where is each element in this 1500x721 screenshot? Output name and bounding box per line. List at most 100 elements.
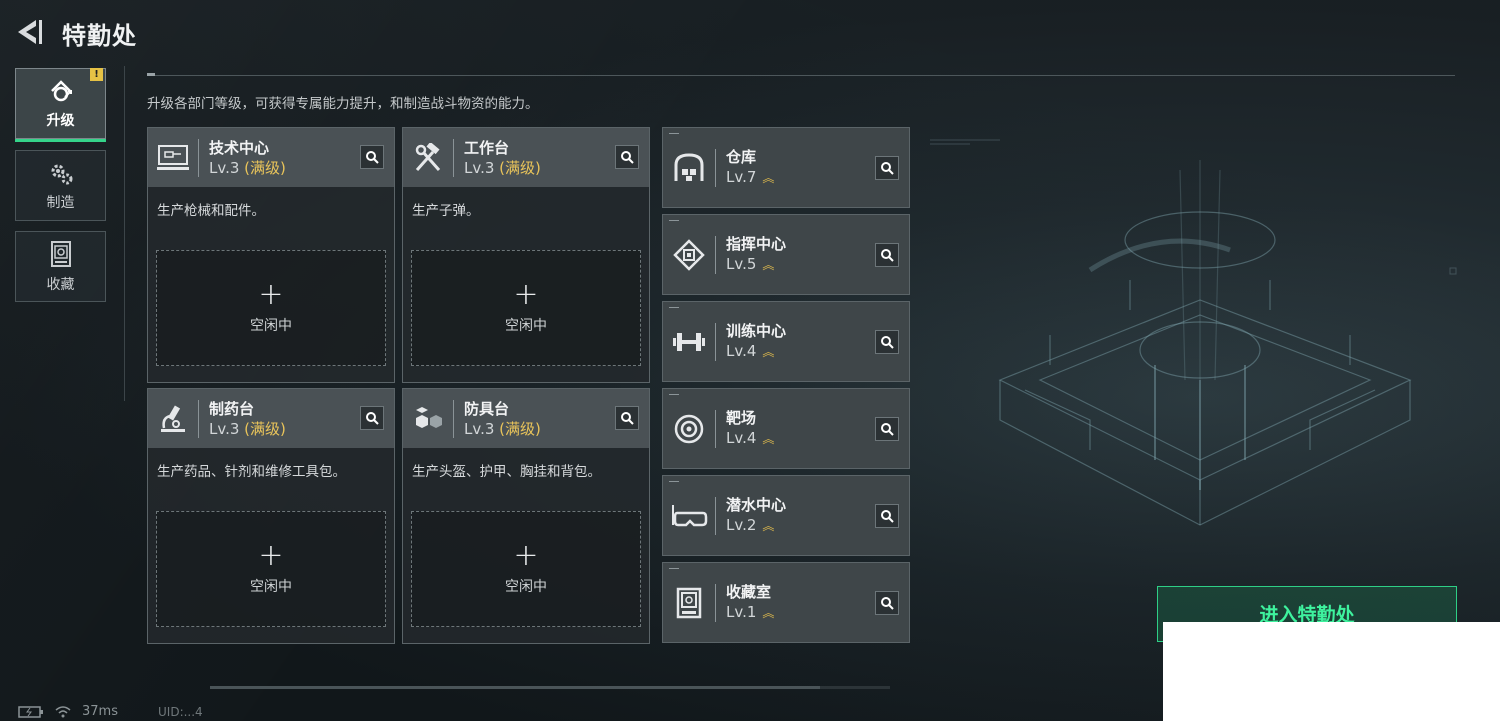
target-icon [674, 414, 704, 443]
arrow-up-gear-icon [50, 79, 72, 101]
upgrade-available-icon: ︽ [762, 606, 774, 620]
plus-icon: + [258, 277, 284, 312]
gears-icon [51, 164, 72, 184]
facility-level: Lv.4 [726, 429, 757, 447]
search-icon [881, 336, 894, 349]
facility-shooting-range[interactable]: 靶场 Lv.4 ︽ [662, 388, 910, 469]
tab-label: 制造 [46, 194, 75, 211]
workshop-name: 工作台 [464, 138, 510, 157]
search-icon [881, 162, 894, 175]
intro-text: 升级各部门等级，可获得专属能力提升，和制造战斗物资的能力。 [147, 96, 539, 112]
inspect-button[interactable] [360, 145, 384, 169]
facility-diving-center[interactable]: 潜水中心 Lv.2 ︽ [662, 475, 910, 556]
search-icon [366, 151, 379, 164]
workshop-description: 生产头盔、护甲、胸挂和背包。 [412, 464, 601, 480]
divider [124, 66, 125, 401]
facility-name: 收藏室 [726, 583, 772, 601]
player-uid: UID:...4 [158, 705, 203, 719]
ping-value: 37ms [82, 704, 118, 719]
workshop-card-workbench: 工作台 Lv.3 (满级) 生产子弹。 + 空闲中 [402, 127, 650, 383]
tab-collection[interactable]: 收藏 [15, 231, 106, 302]
upgrade-available-icon: ︽ [762, 432, 774, 446]
page-title: 特勤处 [62, 22, 137, 50]
facility-level: Lv.4 [726, 342, 757, 360]
max-level-label: (满级) [244, 158, 286, 177]
upgrade-available-icon: ︽ [762, 258, 774, 272]
max-level-label: (满级) [499, 419, 541, 438]
workshop-card-tech-center: 技术中心 Lv.3 (满级) 生产枪械和配件。 + 空闲中 [147, 127, 395, 383]
facility-warehouse[interactable]: 仓库 Lv.7 ︽ [662, 127, 910, 208]
inspect-button[interactable] [875, 156, 899, 180]
search-icon [881, 249, 894, 262]
tab-craft[interactable]: 制造 [15, 150, 106, 221]
command-chip-icon [673, 238, 705, 271]
facility-name: 靶场 [726, 409, 757, 427]
production-slot[interactable]: + 空闲中 [411, 250, 641, 366]
search-icon [881, 423, 894, 436]
plus-icon: + [513, 538, 539, 573]
plus-icon: + [513, 277, 539, 312]
facility-level: Lv.7 [726, 168, 757, 186]
upgrade-available-icon: ︽ [762, 171, 774, 185]
slot-status: 空闲中 [250, 579, 292, 595]
facility-level: Lv.1 [726, 603, 757, 621]
facility-name: 仓库 [726, 148, 757, 166]
inspect-button[interactable] [875, 243, 899, 267]
facility-command-center[interactable]: 指挥中心 Lv.5 ︽ [662, 214, 910, 295]
vault-icon [50, 240, 71, 267]
diving-goggles-icon [672, 504, 708, 526]
slot-status: 空闲中 [505, 579, 547, 595]
inspect-button[interactable] [360, 406, 384, 430]
inspect-button[interactable] [875, 591, 899, 615]
workshop-name: 技术中心 [209, 138, 270, 157]
search-icon [881, 510, 894, 523]
tab-upgrade[interactable]: ! 升级 [15, 68, 106, 142]
facility-level: Lv.2 [726, 516, 757, 534]
upgrade-available-icon: ︽ [762, 345, 774, 359]
workshop-name: 制药台 [209, 399, 255, 418]
workshop-card-pharmacy: 制药台 Lv.3 (满级) 生产药品、针剂和维修工具包。 + 空闲中 [147, 388, 395, 644]
production-slot[interactable]: + 空闲中 [411, 511, 641, 627]
base-blueprint-illustration [930, 139, 1457, 526]
search-icon [621, 151, 634, 164]
inspect-button[interactable] [875, 330, 899, 354]
inspect-button[interactable] [615, 145, 639, 169]
status-bar: 37ms [18, 704, 118, 719]
max-level-label: (满级) [499, 158, 541, 177]
workshop-level: Lv.3 [464, 158, 495, 177]
back-arrow-icon [18, 20, 42, 44]
search-icon [366, 412, 379, 425]
workshop-level: Lv.3 [209, 419, 240, 438]
inspect-button[interactable] [875, 417, 899, 441]
facility-name: 潜水中心 [726, 496, 787, 514]
warehouse-icon [674, 152, 704, 181]
dumbbell-icon [673, 332, 705, 351]
workshop-level: Lv.3 [464, 419, 495, 438]
tech-center-icon [157, 144, 189, 170]
armor-blocks-icon [416, 406, 442, 428]
search-icon [621, 412, 634, 425]
slot-status: 空闲中 [250, 318, 292, 334]
workshop-level: Lv.3 [209, 158, 240, 177]
horizontal-scrollbar[interactable] [210, 686, 890, 689]
slot-status: 空闲中 [505, 318, 547, 334]
back-button[interactable] [14, 16, 46, 48]
facility-collection-room[interactable]: 收藏室 Lv.1 ︽ [662, 562, 910, 643]
workshop-description: 生产枪械和配件。 [157, 203, 265, 219]
search-icon [881, 597, 894, 610]
overlay-block [1163, 622, 1500, 721]
workshop-card-armor: 防具台 Lv.3 (满级) 生产头盔、护甲、胸挂和背包。 + 空闲中 [402, 388, 650, 644]
battery-icon [18, 705, 43, 718]
plus-icon: + [258, 538, 284, 573]
inspect-button[interactable] [615, 406, 639, 430]
facility-training-center[interactable]: 训练中心 Lv.4 ︽ [662, 301, 910, 382]
production-slot[interactable]: + 空闲中 [156, 250, 386, 366]
production-slot[interactable]: + 空闲中 [156, 511, 386, 627]
facility-level: Lv.5 [726, 255, 757, 273]
facility-name: 指挥中心 [726, 235, 787, 253]
inspect-button[interactable] [875, 504, 899, 528]
max-level-label: (满级) [244, 419, 286, 438]
workshop-description: 生产子弹。 [412, 203, 480, 219]
upgrade-available-icon: ︽ [762, 519, 774, 533]
workshop-name: 防具台 [464, 399, 510, 418]
